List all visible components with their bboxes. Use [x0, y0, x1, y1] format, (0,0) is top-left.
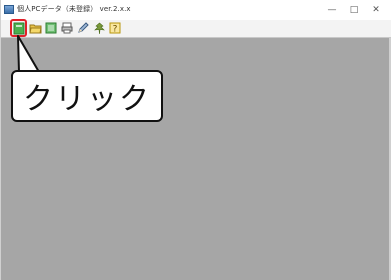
app-window: 個人PCデータ（未登録） ver.2.x.x — □ ✕ ? クリック: [0, 0, 391, 280]
green-list-icon: [45, 22, 57, 34]
leaf-icon: [93, 22, 105, 34]
svg-text:?: ?: [113, 25, 118, 35]
help-button[interactable]: ?: [108, 21, 122, 35]
printer-icon: [61, 22, 73, 34]
title-bar: 個人PCデータ（未登録） ver.2.x.x — □ ✕: [1, 0, 391, 20]
click-callout: クリック: [11, 70, 163, 122]
pencil-icon: [78, 22, 89, 33]
close-button[interactable]: ✕: [365, 2, 387, 18]
callout-text: クリック: [23, 82, 151, 117]
list-view-button[interactable]: [44, 21, 58, 35]
maximize-button[interactable]: □: [343, 2, 365, 18]
window-title: 個人PCデータ（未登録） ver.2.x.x: [17, 5, 131, 13]
app-icon: [4, 5, 14, 14]
folder-open-icon: [28, 24, 42, 34]
tree-button[interactable]: [92, 21, 106, 35]
minimize-button[interactable]: —: [321, 2, 343, 18]
print-button[interactable]: [60, 21, 74, 35]
help-icon: ?: [109, 22, 121, 34]
edit-button[interactable]: [76, 21, 90, 35]
open-button[interactable]: [28, 21, 42, 35]
